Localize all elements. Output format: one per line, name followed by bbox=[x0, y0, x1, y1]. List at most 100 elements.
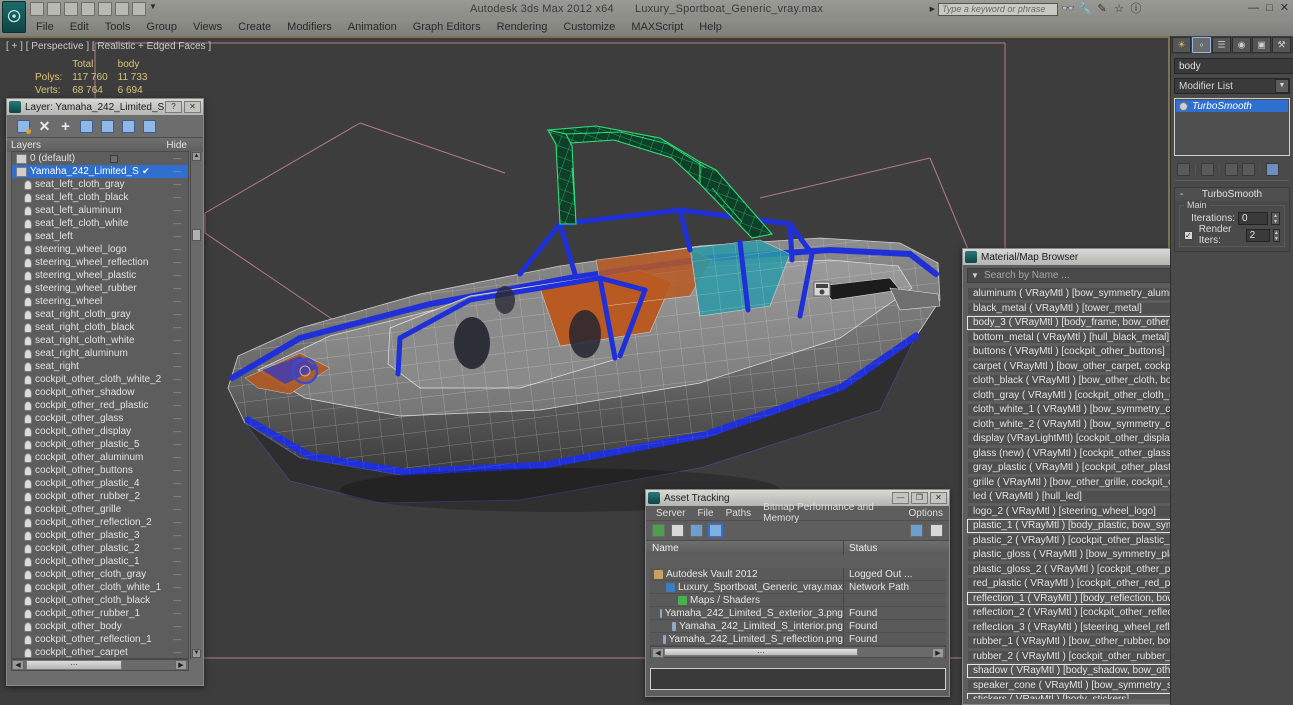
menu-item-maxscript[interactable]: MAXScript bbox=[623, 18, 691, 36]
favorite-star-icon[interactable]: ☆ bbox=[1112, 2, 1126, 16]
asset-row[interactable]: Autodesk Vault 2012 Logged Out ... bbox=[650, 568, 946, 581]
layer-row[interactable]: seat_right_cloth_black — bbox=[12, 321, 188, 334]
menu-item-help[interactable]: Help bbox=[691, 18, 730, 36]
asset-horizontal-scrollbar[interactable]: ◀ ⋯ ▶ bbox=[650, 646, 946, 658]
menu-item-rendering[interactable]: Rendering bbox=[489, 18, 556, 36]
layer-row[interactable]: seat_right — bbox=[12, 360, 188, 373]
tab-modify[interactable]: ∘ bbox=[1192, 37, 1211, 53]
modifier-list-dropdown[interactable]: Modifier List ▼ bbox=[1174, 78, 1290, 94]
layer-row[interactable]: cockpit_other_reflection_2 — bbox=[12, 516, 188, 529]
save-file-icon[interactable] bbox=[47, 2, 61, 16]
layer-properties-icon[interactable] bbox=[143, 119, 156, 133]
tab-display[interactable]: ▣ bbox=[1252, 37, 1271, 53]
close-button[interactable]: ✕ bbox=[1280, 2, 1289, 14]
layer-row[interactable]: cockpit_other_body — bbox=[12, 620, 188, 633]
layer-row[interactable]: cockpit_other_buttons — bbox=[12, 464, 188, 477]
asset-menu-paths[interactable]: Paths bbox=[720, 508, 758, 519]
layer-row[interactable]: cockpit_other_rubber_2 — bbox=[12, 490, 188, 503]
layer-row[interactable]: cockpit_other_carpet — bbox=[12, 646, 188, 658]
layer-row[interactable]: seat_left_aluminum — bbox=[12, 204, 188, 217]
layer-row[interactable]: seat_right_cloth_gray — bbox=[12, 308, 188, 321]
layer-help-button[interactable]: ? bbox=[165, 101, 182, 113]
chevron-down-icon[interactable]: ▼ bbox=[1275, 79, 1289, 93]
layer-row[interactable]: steering_wheel_logo — bbox=[12, 243, 188, 256]
menu-item-views[interactable]: Views bbox=[185, 18, 230, 36]
help-icon[interactable]: ⓘ bbox=[1129, 2, 1143, 16]
iterations-spinner-value[interactable]: 0 bbox=[1238, 211, 1268, 225]
layer-row[interactable]: seat_left_cloth_gray — bbox=[12, 178, 188, 191]
tab-motion[interactable]: ◉ bbox=[1232, 37, 1251, 53]
modifier-stack[interactable]: TurboSmooth bbox=[1174, 98, 1290, 156]
select-by-name-icon[interactable] bbox=[132, 2, 146, 16]
layer-row[interactable]: steering_wheel_plastic — bbox=[12, 269, 188, 282]
remove-modifier-icon[interactable] bbox=[1241, 162, 1255, 176]
layer-row[interactable]: steering_wheel_reflection — bbox=[12, 256, 188, 269]
asset-row[interactable]: Maps / Shaders bbox=[650, 594, 946, 607]
layer-row[interactable]: seat_left — bbox=[12, 230, 188, 243]
asset-row[interactable]: Yamaha_242_Limited_S_reflection.png Found bbox=[650, 633, 946, 646]
table-view-icon[interactable] bbox=[708, 523, 723, 538]
layer-row[interactable]: cockpit_other_grille — bbox=[12, 503, 188, 516]
render-iters-spinner[interactable]: ▲ ▼ bbox=[1272, 228, 1280, 242]
layer-row[interactable]: cockpit_other_glass — bbox=[12, 412, 188, 425]
tab-hierarchy[interactable]: ☰ bbox=[1212, 37, 1231, 53]
layer-row[interactable]: cockpit_other_reflection_1 — bbox=[12, 633, 188, 646]
menu-item-tools[interactable]: Tools bbox=[97, 18, 139, 36]
chevron-down-icon[interactable]: ▼ bbox=[149, 2, 157, 16]
layer-row[interactable]: cockpit_other_plastic_1 — bbox=[12, 555, 188, 568]
create-new-layer-icon[interactable] bbox=[17, 119, 31, 134]
asset-menu-options[interactable]: Options bbox=[903, 508, 949, 519]
layer-close-button[interactable]: ✕ bbox=[184, 101, 201, 113]
pin-stack-icon[interactable] bbox=[1177, 162, 1190, 176]
layer-row[interactable]: cockpit_other_cloth_gray — bbox=[12, 568, 188, 581]
object-name-field[interactable] bbox=[1174, 58, 1293, 74]
layer-row[interactable]: cockpit_other_aluminum — bbox=[12, 451, 188, 464]
chevron-right-icon[interactable]: ▶ bbox=[930, 5, 935, 13]
scroll-right-icon[interactable]: ▶ bbox=[175, 660, 187, 670]
layer-row[interactable]: cockpit_other_plastic_4 — bbox=[12, 477, 188, 490]
modifier-stack-item[interactable]: TurboSmooth bbox=[1176, 100, 1288, 112]
list-view-icon[interactable] bbox=[671, 524, 684, 537]
select-objects-in-layer-icon[interactable] bbox=[80, 119, 93, 133]
delete-layer-icon[interactable]: ✕ bbox=[38, 119, 51, 133]
layer-row[interactable]: cockpit_other_red_plastic — bbox=[12, 399, 188, 412]
iterations-spinner[interactable]: ▲ ▼ bbox=[1271, 211, 1280, 225]
window-controls[interactable]: — □ ✕ bbox=[1248, 2, 1289, 14]
configure-modifier-sets-icon[interactable] bbox=[1265, 162, 1279, 176]
layer-list[interactable]: 0 (default) — Yamaha_242_Limited_S ✔ — seat_l… bbox=[11, 151, 189, 659]
scroll-left-icon[interactable]: ◀ bbox=[12, 660, 24, 670]
app-logo-icon[interactable]: ☉ bbox=[2, 1, 26, 33]
layer-row[interactable]: cockpit_other_rubber_1 — bbox=[12, 607, 188, 620]
layer-row[interactable]: cockpit_other_cloth_white_1 — bbox=[12, 581, 188, 594]
hide-layer-icon[interactable] bbox=[122, 119, 135, 133]
scroll-up-icon[interactable]: ▲ bbox=[192, 152, 201, 161]
layer-row[interactable]: seat_right_aluminum — bbox=[12, 347, 188, 360]
search-input[interactable]: Type a keyword or phrase bbox=[938, 2, 1058, 16]
menu-item-file[interactable]: File bbox=[28, 18, 62, 36]
layer-row[interactable]: cockpit_other_cloth_white_2 — bbox=[12, 373, 188, 386]
asset-restore-button[interactable]: ❐ bbox=[911, 492, 928, 504]
asset-row[interactable]: Luxury_Sportboat_Generic_vray.max Network… bbox=[650, 581, 946, 594]
make-unique-icon[interactable] bbox=[1224, 162, 1238, 176]
undo-icon[interactable] bbox=[64, 2, 78, 16]
layer-row[interactable]: cockpit_other_shadow — bbox=[12, 386, 188, 399]
asset-menu-server[interactable]: Server bbox=[650, 508, 691, 519]
hide-toggle-checkbox[interactable] bbox=[110, 154, 119, 163]
layer-vertical-scrollbar[interactable]: ▲ ▼ bbox=[190, 151, 201, 659]
asset-tracking-dialog[interactable]: Asset Tracking — ❐ ✕ Server File Paths B… bbox=[645, 489, 950, 697]
asset-menu-bitmap-performance[interactable]: Bitmap Performance and Memory bbox=[757, 502, 902, 524]
snap-icon[interactable]: ✎ bbox=[1095, 2, 1109, 16]
chevron-down-icon[interactable]: ▼ bbox=[968, 271, 982, 280]
layer-row[interactable]: seat_left_cloth_white — bbox=[12, 217, 188, 230]
layer-row[interactable]: seat_left_cloth_black — bbox=[12, 191, 188, 204]
layer-row[interactable]: cockpit_other_cloth_black — bbox=[12, 594, 188, 607]
menu-item-customize[interactable]: Customize bbox=[555, 18, 623, 36]
viewport-label[interactable]: [ + ] [ Perspective ] [ Realistic + Edge… bbox=[6, 41, 211, 52]
command-panel[interactable]: ☀ ∘ ☰ ◉ ▣ ⚒ Modifier List ▼ TurboSmooth … bbox=[1170, 36, 1293, 705]
redo-icon[interactable] bbox=[81, 2, 95, 16]
path-view-icon[interactable] bbox=[690, 524, 703, 537]
layer-row[interactable]: cockpit_other_plastic_2 — bbox=[12, 542, 188, 555]
layer-row[interactable]: cockpit_other_plastic_3 — bbox=[12, 529, 188, 542]
menu-item-graph-editors[interactable]: Graph Editors bbox=[405, 18, 489, 36]
highlight-selected-objects-icon[interactable] bbox=[101, 119, 114, 133]
